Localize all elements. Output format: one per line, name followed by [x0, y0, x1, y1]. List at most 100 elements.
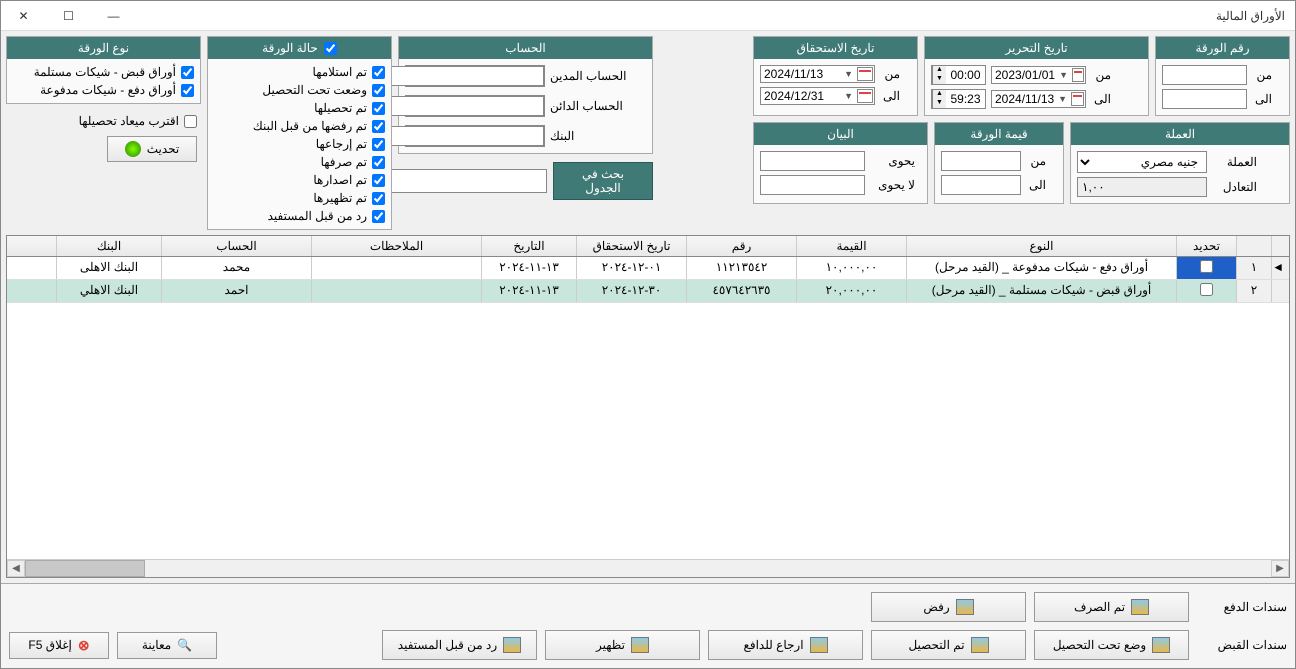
- status-checkbox[interactable]: [372, 66, 385, 79]
- credit-label: الحساب الدائن: [550, 99, 623, 113]
- paper-status-header: حالة الورقة: [208, 37, 391, 59]
- status-checkbox[interactable]: [372, 174, 385, 187]
- collected-button[interactable]: تم التحصيل: [871, 630, 1026, 660]
- paper-type-panel: نوع الورقة أوراق قبض - شيكات مستلمة أورا…: [6, 36, 201, 104]
- doc-icon: [503, 637, 521, 653]
- col-number[interactable]: رقم: [686, 236, 796, 256]
- write-time-to[interactable]: 59:23▲▼: [931, 89, 986, 109]
- col-value[interactable]: القيمة: [796, 236, 906, 256]
- col-bank[interactable]: البنك: [56, 236, 161, 256]
- calendar-icon: [1072, 68, 1084, 82]
- due-date-from[interactable]: ▼2024/11/13: [760, 65, 875, 83]
- paper-type-checkbox[interactable]: [181, 84, 194, 97]
- paper-no-from[interactable]: [1162, 65, 1247, 85]
- close-f5-button[interactable]: ⊗إغلاق F5: [9, 632, 109, 659]
- status-checkbox[interactable]: [372, 84, 385, 97]
- col-type[interactable]: النوع: [906, 236, 1176, 256]
- chevron-down-icon[interactable]: ▼: [1058, 94, 1067, 104]
- currency-rate: [1077, 177, 1207, 197]
- paper-type-header: نوع الورقة: [7, 37, 200, 59]
- spin-down[interactable]: ▼: [932, 75, 946, 84]
- grid-body[interactable]: ◄ ١ أوراق دفع - شيكات مدفوعة _ (القيد مر…: [7, 257, 1289, 559]
- account-panel: الحساب الحساب المدين🔍 الحساب الدائن🔍 الب…: [398, 36, 653, 154]
- close-button[interactable]: ✕: [1, 1, 46, 31]
- paper-status-panel: حالة الورقة تم استلامها وضعت تحت التحصيل…: [207, 36, 392, 230]
- account-header: الحساب: [399, 37, 652, 59]
- scroll-right-icon[interactable]: ▶: [1271, 560, 1289, 577]
- return-beneficiary-button[interactable]: رد من قبل المستفيد: [382, 630, 537, 660]
- debit-label: الحساب المدين: [550, 69, 626, 83]
- col-select[interactable]: تحديد: [1176, 236, 1236, 256]
- bank-lookup[interactable]: 🔍: [405, 125, 545, 147]
- search-table-button[interactable]: بحث في الجدول: [553, 162, 653, 200]
- horizontal-scrollbar[interactable]: ▶ ◀: [7, 559, 1289, 577]
- debit-lookup[interactable]: 🔍: [405, 65, 545, 87]
- col-due[interactable]: تاريخ الاستحقاق: [576, 236, 686, 256]
- value-from[interactable]: [941, 151, 1021, 171]
- paper-type-checkbox[interactable]: [181, 66, 194, 79]
- window: الأوراق المالية — ☐ ✕ نوع الورقة أوراق ق…: [0, 0, 1296, 669]
- doc-icon: [1152, 637, 1170, 653]
- doc-icon: [956, 599, 974, 615]
- table-row[interactable]: ◄ ١ أوراق دفع - شيكات مدفوعة _ (القيد مر…: [7, 257, 1289, 280]
- filters-row: نوع الورقة أوراق قبض - شيكات مستلمة أورا…: [6, 36, 1290, 230]
- doc-icon: [810, 637, 828, 653]
- row-select-checkbox[interactable]: [1200, 260, 1213, 273]
- status-checkbox[interactable]: [372, 192, 385, 205]
- contains-input[interactable]: [760, 151, 865, 171]
- titlebar: الأوراق المالية — ☐ ✕: [1, 1, 1295, 31]
- near-collection-checkbox[interactable]: [184, 115, 197, 128]
- credit-lookup[interactable]: 🔍: [405, 95, 545, 117]
- refresh-button[interactable]: تحديث: [107, 136, 197, 162]
- maximize-button[interactable]: ☐: [46, 1, 91, 31]
- table-row[interactable]: ٢ أوراق قبض - شيكات مستلمة _ (القيد مرحل…: [7, 280, 1289, 303]
- currency-select[interactable]: جنيه مصري: [1077, 151, 1207, 173]
- chevron-down-icon[interactable]: ▼: [844, 69, 853, 79]
- reject-button[interactable]: رفض: [871, 592, 1026, 622]
- footer: سندات الدفع تم الصرف رفض سندات القبض وضع…: [1, 583, 1295, 668]
- value-to[interactable]: [941, 175, 1021, 195]
- receive-label: سندات القبض: [1197, 638, 1287, 652]
- preview-icon: 🔍: [177, 638, 192, 652]
- debit-input[interactable]: [379, 66, 544, 86]
- write-date-from[interactable]: ▼2023/01/01: [991, 66, 1086, 84]
- paper-status-all-checkbox[interactable]: [324, 42, 337, 55]
- spin-up[interactable]: ▲: [932, 90, 946, 99]
- spin-down[interactable]: ▼: [932, 99, 946, 108]
- chevron-down-icon[interactable]: ▼: [844, 91, 853, 101]
- spin-up[interactable]: ▲: [932, 66, 946, 75]
- calendar-icon: [857, 67, 873, 81]
- write-time-from[interactable]: 00:00▲▼: [931, 65, 986, 85]
- write-date-panel: تاريخ التحرير من ▼2023/01/01 00:00▲▼ الى…: [924, 36, 1149, 116]
- due-date-to[interactable]: ▼2024/12/31: [760, 87, 875, 105]
- due-date-panel: تاريخ الاستحقاق من▼2024/11/13 الى▼2024/1…: [753, 36, 918, 116]
- scroll-left-icon[interactable]: ◀: [7, 560, 25, 577]
- minimize-button[interactable]: —: [91, 1, 136, 31]
- chevron-down-icon[interactable]: ▼: [1059, 70, 1068, 80]
- preview-button[interactable]: 🔍معاينة: [117, 632, 217, 659]
- col-notes[interactable]: الملاحظات: [311, 236, 481, 256]
- row-select-checkbox[interactable]: [1200, 283, 1213, 296]
- status-checkbox[interactable]: [372, 120, 385, 133]
- credit-input[interactable]: [379, 96, 544, 116]
- window-controls: — ☐ ✕: [1, 1, 136, 31]
- paper-value-panel: قيمة الورقة من الى: [934, 122, 1064, 204]
- status-checkbox[interactable]: [372, 102, 385, 115]
- status-checkbox[interactable]: [372, 138, 385, 151]
- doc-icon: [1131, 599, 1149, 615]
- status-checkbox[interactable]: [372, 210, 385, 223]
- paper-no-to[interactable]: [1162, 89, 1247, 109]
- calendar-icon: [1071, 92, 1084, 106]
- col-date[interactable]: التاريخ: [481, 236, 576, 256]
- under-collection-button[interactable]: وضع تحت التحصيل: [1034, 630, 1189, 660]
- col-account[interactable]: الحساب: [161, 236, 311, 256]
- disbursed-button[interactable]: تم الصرف: [1034, 592, 1189, 622]
- scroll-thumb[interactable]: [25, 560, 145, 577]
- paper-type-item: أوراق قبض - شيكات مستلمة: [13, 65, 194, 79]
- not-contains-input[interactable]: [760, 175, 865, 195]
- write-date-to[interactable]: ▼2024/11/13: [991, 90, 1086, 108]
- status-checkbox[interactable]: [372, 156, 385, 169]
- bank-input[interactable]: [379, 126, 544, 146]
- endorse-button[interactable]: تظهير: [545, 630, 700, 660]
- return-payer-button[interactable]: ارجاع للدافع: [708, 630, 863, 660]
